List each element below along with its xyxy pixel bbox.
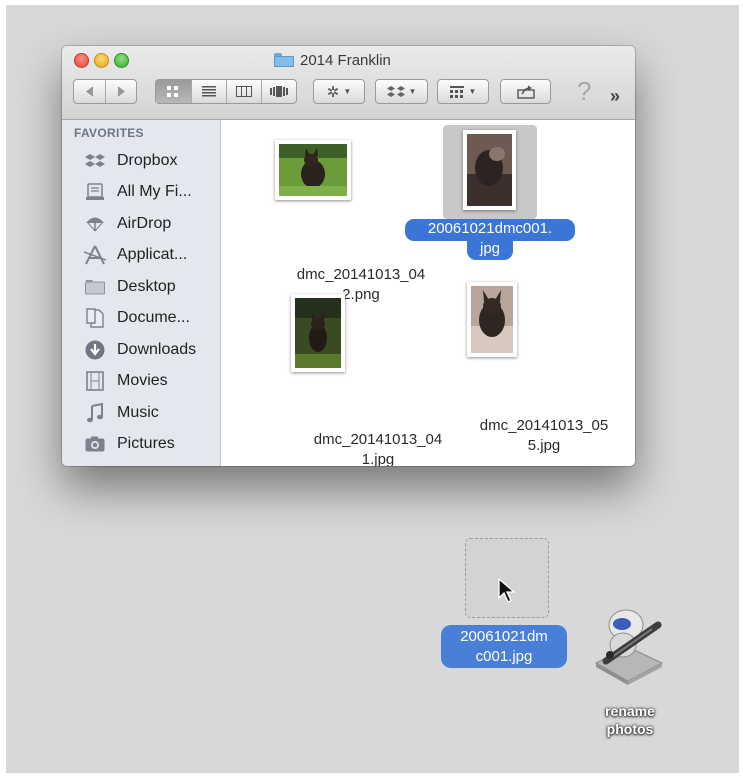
sidebar-item-label: Dropbox — [117, 152, 178, 169]
sidebar-item-label: Docume... — [117, 309, 190, 326]
chevron-left-icon — [85, 86, 93, 97]
sidebar-item-airdrop[interactable]: AirDrop — [84, 210, 218, 238]
dragged-file-label-line: 20061021dm — [460, 628, 548, 645]
image-thumbnail — [467, 282, 517, 357]
file-name-selected: 20061021dmc001. — [405, 219, 575, 241]
documents-icon — [84, 308, 106, 328]
list-view-icon — [201, 86, 216, 97]
action-menu-button[interactable]: ✲ ▼ — [313, 79, 365, 104]
close-window-button[interactable] — [74, 53, 89, 68]
file-name-line: dmc_20141013_04 — [313, 431, 443, 448]
dropdown-arrow-icon: ▼ — [343, 87, 352, 96]
sidebar-item-all-my-files[interactable]: All My Fi... — [84, 178, 218, 206]
music-icon — [84, 403, 106, 423]
column-view-button[interactable] — [225, 80, 261, 103]
toolbar-overflow-icon[interactable]: » — [610, 86, 620, 107]
gear-icon: ✲ — [326, 83, 340, 101]
arrange-menu-button[interactable]: ▼ — [437, 79, 489, 104]
dropdown-arrow-icon: ▼ — [468, 87, 477, 96]
airdrop-icon — [84, 214, 106, 234]
sidebar-item-desktop[interactable]: Desktop — [84, 273, 218, 301]
file-name: dmc_20141013_04 1.jpg — [292, 430, 464, 466]
sidebar-item-applications[interactable]: Applicat... — [84, 241, 218, 269]
image-thumbnail — [463, 130, 516, 210]
share-icon — [516, 85, 535, 99]
dragged-file-label: 20061021dm c001.jpg — [441, 625, 567, 668]
icon-view-button[interactable] — [155, 80, 191, 103]
sidebar: FAVORITES Dropbox All My Fi... AirDrop A… — [62, 120, 221, 466]
view-mode-control — [155, 79, 297, 104]
sidebar-item-music[interactable]: Music — [84, 399, 218, 427]
minimize-window-button[interactable] — [94, 53, 109, 68]
folder-icon — [274, 53, 294, 67]
window-title: 2014 Franklin — [274, 51, 391, 69]
dropbox-icon — [84, 151, 106, 171]
pictures-icon — [84, 434, 106, 454]
back-button[interactable] — [74, 80, 105, 103]
applications-icon — [84, 245, 106, 265]
coverflow-view-icon — [270, 86, 288, 97]
movies-icon — [84, 371, 106, 391]
desktop-folder-icon — [84, 277, 106, 297]
sidebar-item-dropbox[interactable]: Dropbox — [84, 147, 218, 175]
sidebar-heading: FAVORITES — [74, 126, 144, 140]
sidebar-item-label: AirDrop — [117, 215, 172, 232]
file-name-line: dmc_20141013_04 — [296, 266, 426, 283]
icon-view-icon — [167, 85, 178, 97]
arrange-icon — [449, 85, 464, 98]
sidebar-item-label: Music — [117, 404, 159, 421]
file-name: dmc_20141013_05 5.jpg — [468, 416, 620, 456]
share-button[interactable] — [500, 79, 551, 104]
desktop-app-label[interactable]: rename photos — [590, 702, 670, 738]
file-name-line: dmc_20141013_05 — [479, 417, 609, 434]
file-name-selected-line2: jpg — [467, 239, 513, 260]
list-view-button[interactable] — [190, 80, 226, 103]
dropdown-arrow-icon: ▼ — [408, 87, 417, 96]
sidebar-item-label: Movies — [117, 372, 168, 389]
desktop-app-label-line: rename — [605, 703, 655, 719]
file-name-line: 5.jpg — [527, 437, 561, 454]
image-thumbnail — [291, 294, 345, 372]
sidebar-item-label: All My Fi... — [117, 183, 192, 200]
sidebar-item-label: Applicat... — [117, 246, 188, 263]
back-forward-control — [73, 79, 137, 104]
sidebar-item-pictures[interactable]: Pictures — [84, 430, 218, 458]
chevron-right-icon — [117, 86, 125, 97]
finder-window: 2014 Franklin ✲ ▼ ▼ ▼ ? » FAVORITES Drop… — [62, 46, 635, 466]
sidebar-item-downloads[interactable]: Downloads — [84, 336, 218, 364]
dropbox-menu-button[interactable]: ▼ — [375, 79, 428, 104]
forward-button[interactable] — [104, 80, 137, 103]
dropbox-icon — [386, 85, 405, 97]
file-name-line: 1.jpg — [361, 451, 395, 466]
sidebar-item-documents[interactable]: Docume... — [84, 304, 218, 332]
title-bar[interactable]: 2014 Franklin ✲ ▼ ▼ ▼ ? » — [62, 46, 635, 120]
column-view-icon — [235, 86, 252, 97]
coverflow-view-button[interactable] — [260, 80, 297, 103]
zoom-window-button[interactable] — [114, 53, 129, 68]
image-thumbnail — [275, 140, 351, 200]
automator-robot-icon[interactable] — [588, 597, 668, 693]
mouse-pointer-icon — [498, 578, 516, 603]
desktop-app-label-line: photos — [606, 721, 654, 737]
sidebar-item-label: Desktop — [117, 278, 176, 295]
window-title-text: 2014 Franklin — [300, 51, 391, 69]
sidebar-item-label: Pictures — [117, 435, 175, 452]
sidebar-item-label: Downloads — [117, 341, 197, 358]
sidebar-item-movies[interactable]: Movies — [84, 367, 218, 395]
all-files-icon — [84, 182, 106, 202]
dragged-file-label-line: c001.jpg — [475, 648, 533, 665]
help-icon[interactable]: ? — [577, 76, 591, 107]
downloads-icon — [84, 340, 106, 360]
